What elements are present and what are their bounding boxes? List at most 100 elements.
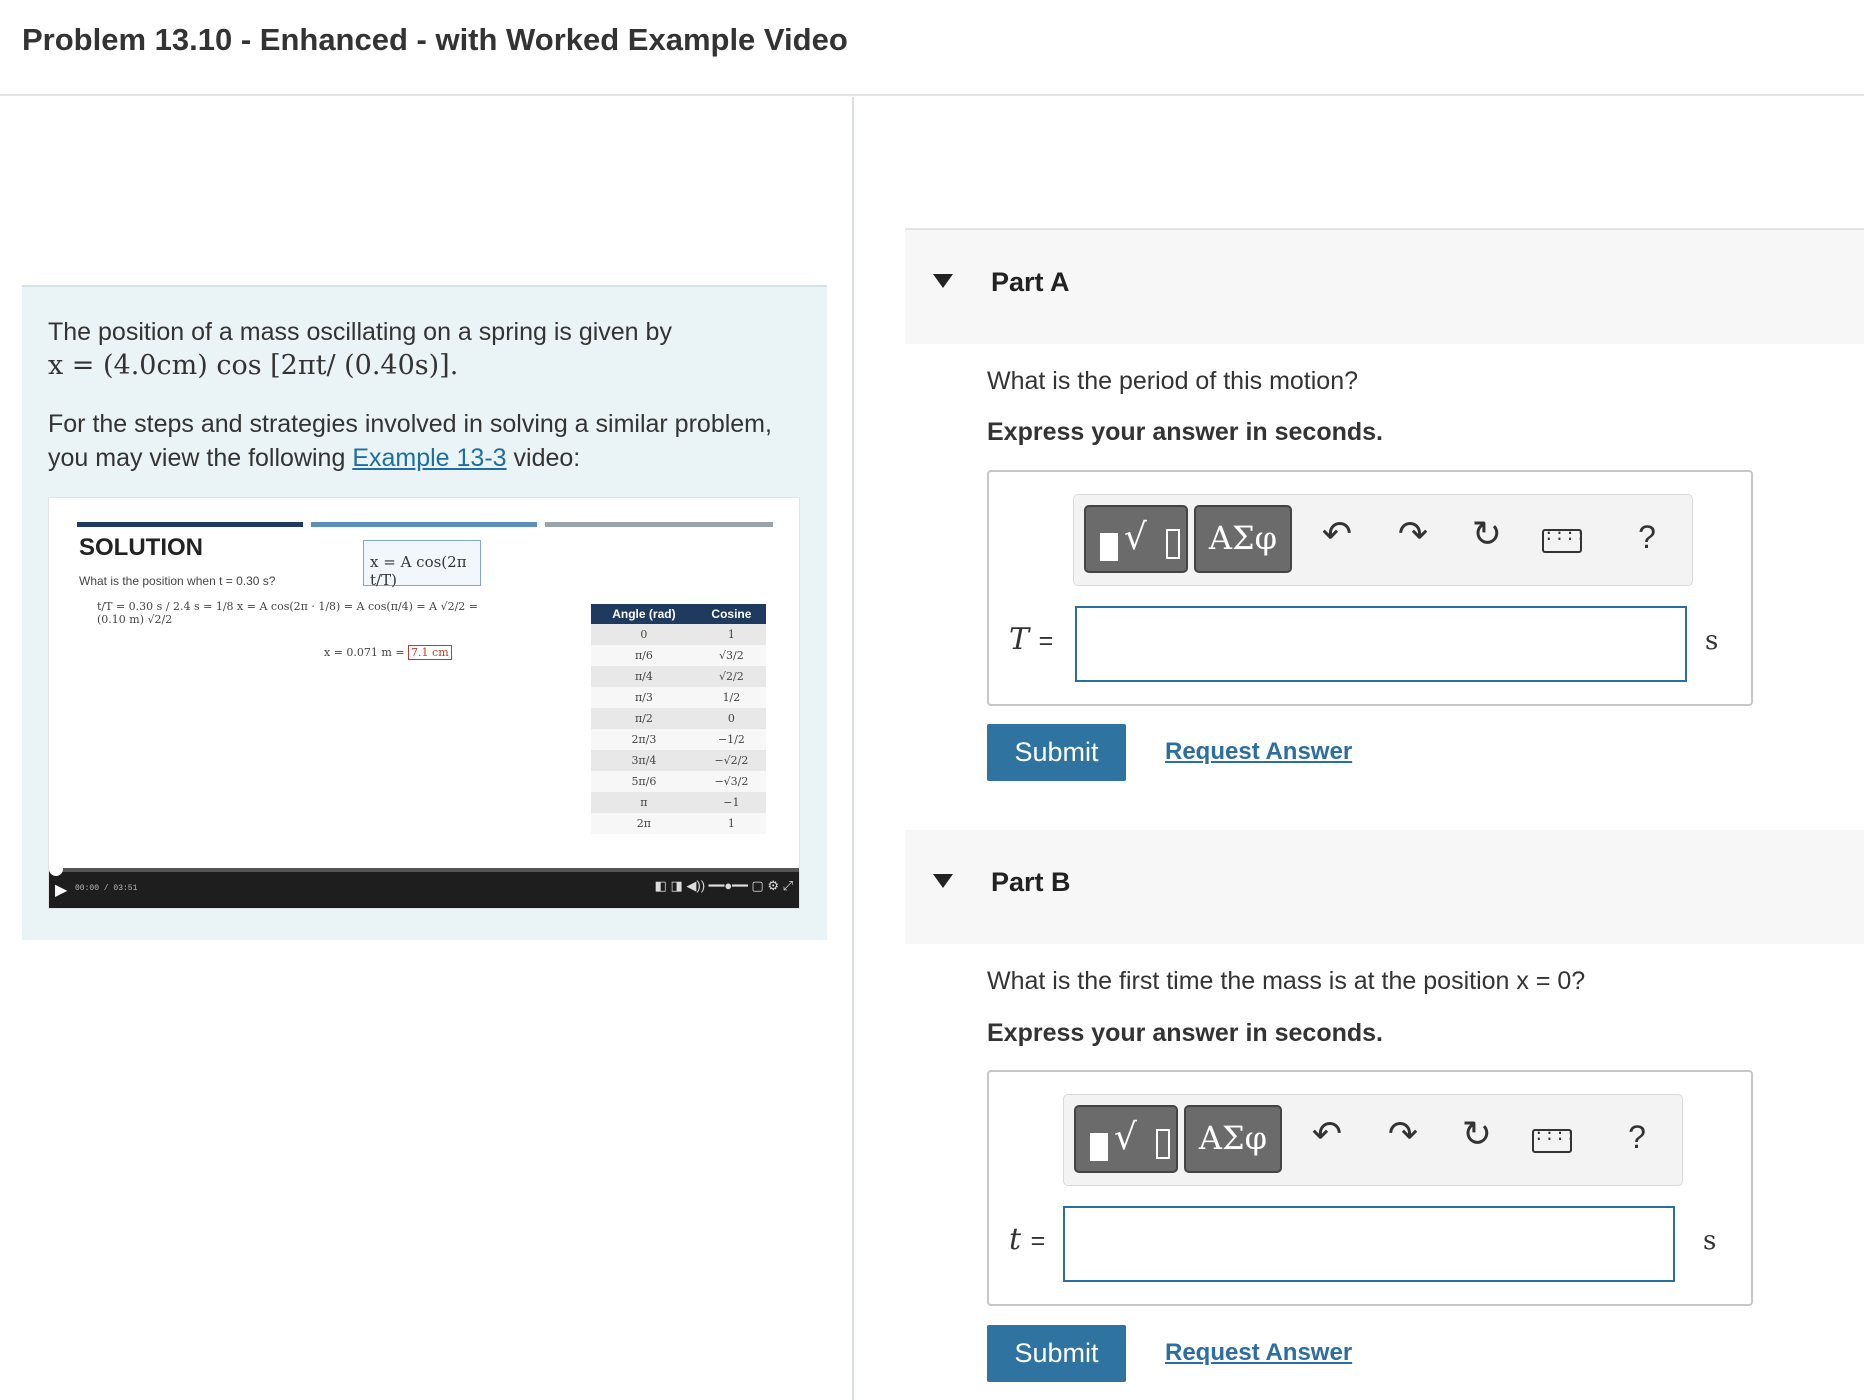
redo-icon[interactable]: ↷ [1378, 1113, 1428, 1155]
keyboard-icon[interactable]: :::: [1532, 1127, 1576, 1153]
templates-button[interactable]: √ [1074, 1105, 1178, 1173]
page-title: Problem 13.10 - Enhanced - with Worked E… [22, 22, 848, 57]
equals-sign: = [1038, 627, 1054, 655]
video-result-text: x = 0.071 m = [324, 646, 409, 659]
table-cell: π/2 [591, 708, 697, 729]
table-row: π/4 √2/2 [591, 666, 766, 687]
part-a-request-answer-link[interactable]: Request Answer [1165, 738, 1352, 766]
table-row: π/3 1/2 [591, 687, 766, 708]
part-a-title: Part A [991, 267, 1070, 297]
example-link[interactable]: Example 13-3 [352, 444, 506, 472]
part-b-title: Part B [991, 867, 1071, 897]
variable-symbol: T [1009, 622, 1030, 657]
equals-sign: = [1030, 1227, 1046, 1255]
template-box-icon [1166, 529, 1180, 559]
part-a-header[interactable]: Part A [905, 230, 1864, 344]
table-cell: π/3 [591, 687, 697, 708]
collapse-triangle-icon[interactable] [933, 874, 953, 888]
table-cell: 2π [591, 813, 697, 834]
video-work-line: t/T = 0.30 s / 2.4 s = 1/8 x = A cos(2π … [97, 600, 479, 626]
help-button[interactable]: ? [1612, 1119, 1662, 1156]
table-row: π/2 0 [591, 708, 766, 729]
table-cell: 1/2 [696, 687, 766, 708]
keyboard-icon[interactable]: :::: [1542, 527, 1586, 553]
video-solution-label: SOLUTION [79, 534, 203, 561]
intro-paragraph-1: The position of a mass oscillating on a … [48, 315, 788, 383]
part-b-variable: t = [1009, 1222, 1045, 1257]
video-formula: x = A cos(2π t/T) [363, 540, 481, 589]
template-block-icon [1090, 1133, 1108, 1161]
undo-icon[interactable]: ↶ [1312, 513, 1362, 555]
table-row: 2π 1 [591, 813, 766, 834]
table-row: 5π/6 −√3/2 [591, 771, 766, 792]
greek-symbols-button[interactable]: ΑΣφ [1194, 505, 1292, 573]
table-cell: −1 [696, 792, 766, 813]
part-b-request-answer-link[interactable]: Request Answer [1165, 1339, 1352, 1367]
table-cell: 1 [696, 624, 766, 645]
part-b-unit: s [1703, 1226, 1717, 1256]
table-row: π −1 [591, 792, 766, 813]
table-row: 01 [591, 624, 766, 645]
undo-icon[interactable]: ↶ [1302, 1113, 1352, 1155]
video-progress-bar[interactable] [49, 862, 799, 876]
part-a-variable: T = [1009, 622, 1053, 657]
table-row: 3π/4 −√2/2 [591, 750, 766, 771]
table-cell: 0 [696, 708, 766, 729]
table-cell: −√3/2 [696, 771, 766, 792]
table-row: π/6 √3/2 [591, 645, 766, 666]
position-equation: x = (4.0cm) cos [2πt/ (0.40s)]. [48, 350, 459, 381]
part-b-instruction: Express your answer in seconds. [987, 1019, 1383, 1047]
intro-paragraph-2: For the steps and strategies involved in… [48, 407, 788, 475]
video-question: What is the position when t = 0.30 s? [79, 574, 276, 588]
slide-bar [311, 522, 537, 527]
table-cell: 5π/6 [591, 771, 697, 792]
reset-icon[interactable]: ↻ [1462, 513, 1512, 555]
column-divider [852, 97, 854, 1400]
variable-symbol: t [1009, 1222, 1022, 1257]
part-b-question: What is the first time the mass is at th… [987, 967, 1586, 995]
table-cell: 3π/4 [591, 750, 697, 771]
table-cell: −√2/2 [696, 750, 766, 771]
example-video-player[interactable]: SOLUTION x = A cos(2π t/T) What is the p… [48, 497, 800, 909]
part-a-answer-box: √ ΑΣφ ↶ ↷ ↻ :::: ? T = s [987, 470, 1753, 706]
greek-symbols-button[interactable]: ΑΣφ [1184, 1105, 1282, 1173]
video-time: 00:00 / 03:51 [75, 884, 138, 893]
table-row: 2π/3 −1/2 [591, 729, 766, 750]
help-button[interactable]: ? [1622, 519, 1672, 556]
table-cell: 2π/3 [591, 729, 697, 750]
math-toolbar: √ ΑΣφ ↶ ↷ ↻ :::: ? [1063, 1094, 1683, 1186]
video-controls: ▶ 00:00 / 03:51 ◧ ◨ ◀)) ━━●━━ ▢ ⚙ ⤢ [49, 862, 799, 908]
templates-button[interactable]: √ [1084, 505, 1188, 573]
part-b-answer-input[interactable] [1063, 1206, 1675, 1282]
collapse-triangle-icon[interactable] [933, 274, 953, 288]
video-scrubber-handle[interactable] [49, 862, 63, 876]
video-slide-bars [77, 522, 773, 527]
table-cell: 1 [696, 813, 766, 834]
radical-icon: √ [1124, 517, 1147, 558]
part-a-submit-button[interactable]: Submit [987, 724, 1126, 781]
table-header: Cosine [696, 604, 766, 624]
table-header: Angle (rad) [591, 604, 697, 624]
table-cell: π/6 [591, 645, 697, 666]
template-box-icon [1156, 1129, 1170, 1159]
math-toolbar: √ ΑΣφ ↶ ↷ ↻ :::: ? [1073, 494, 1693, 586]
play-icon[interactable]: ▶ [55, 880, 67, 900]
video-result-line: x = 0.071 m = 7.1 cm [324, 645, 452, 660]
part-a-instruction: Express your answer in seconds. [987, 418, 1383, 446]
table-cell: √3/2 [696, 645, 766, 666]
reset-icon[interactable]: ↻ [1452, 1113, 1502, 1155]
part-b-header[interactable]: Part B [905, 830, 1864, 944]
slide-bar [77, 522, 303, 527]
redo-icon[interactable]: ↷ [1388, 513, 1438, 555]
part-a-unit: s [1705, 626, 1719, 656]
part-b-submit-button[interactable]: Submit [987, 1325, 1126, 1382]
video-settings-icons[interactable]: ◧ ◨ ◀)) ━━●━━ ▢ ⚙ ⤢ [655, 878, 793, 894]
table-cell: −1/2 [696, 729, 766, 750]
table-cell: 0 [591, 624, 697, 645]
template-block-icon [1100, 533, 1118, 561]
problem-intro: The position of a mass oscillating on a … [22, 285, 827, 940]
part-a-answer-input[interactable] [1075, 606, 1687, 682]
slide-bar [545, 522, 773, 527]
cosine-table: Angle (rad) Cosine 01 π/6 √3/2 π/4 √2/2 π/… [591, 604, 766, 834]
intro-text-3: video: [506, 444, 581, 472]
